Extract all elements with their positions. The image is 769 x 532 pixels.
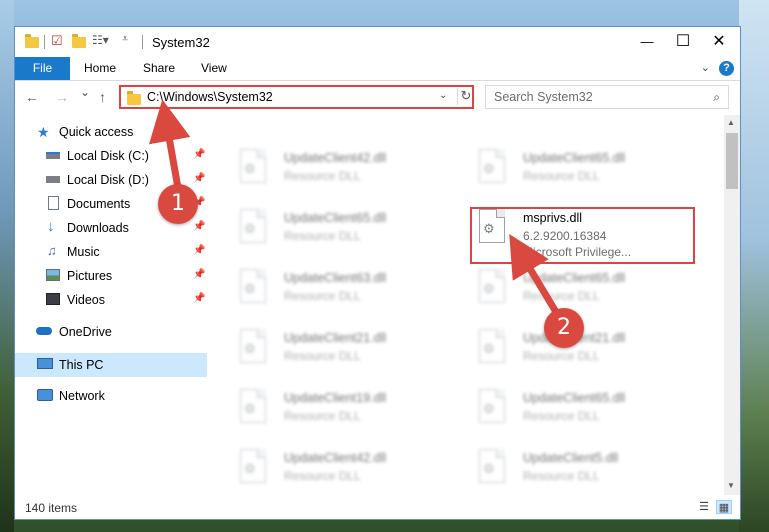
arrow-1	[148, 99, 191, 189]
annotation-overlay	[148, 99, 560, 314]
step-2-badge: 2	[544, 308, 584, 348]
arrow-2	[509, 233, 560, 314]
step-1-badge: 1	[158, 184, 198, 224]
